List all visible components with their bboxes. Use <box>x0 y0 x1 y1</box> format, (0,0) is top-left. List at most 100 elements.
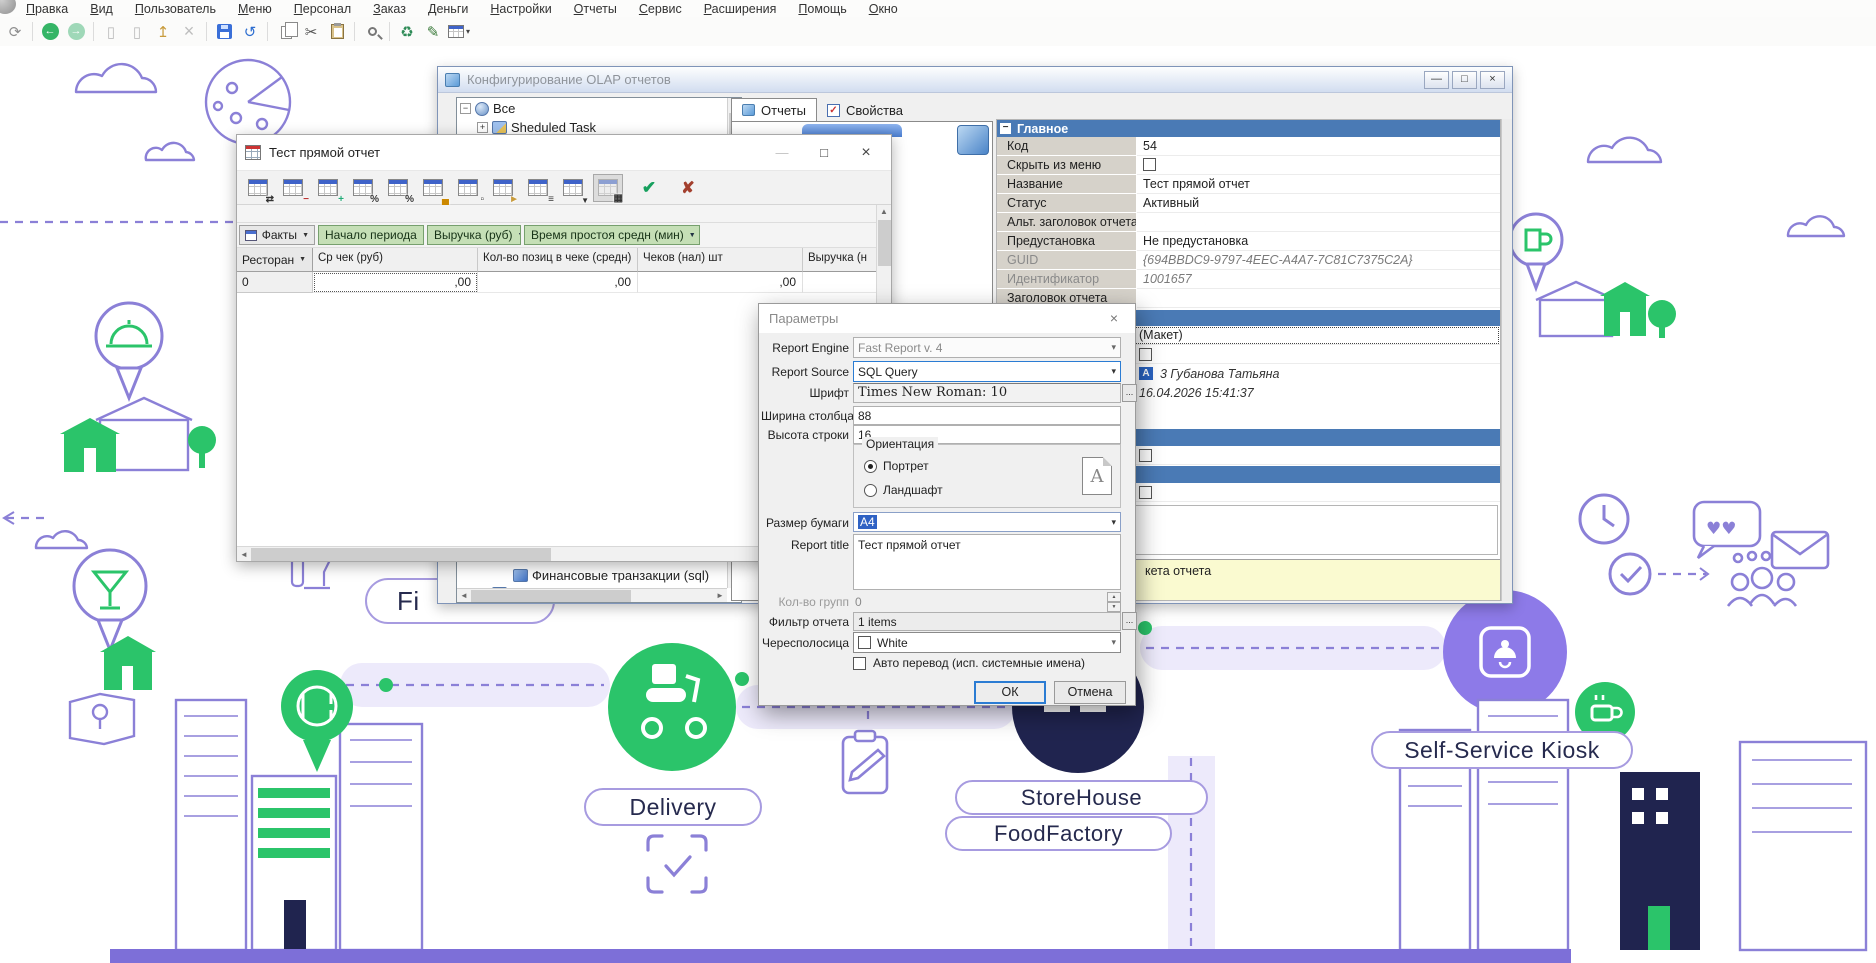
menu-item-menu[interactable]: Меню <box>228 1 282 17</box>
filter-field-period[interactable]: Начало периода ▼ <box>318 225 424 245</box>
row-dimension-button[interactable]: Ресторан ▼ <box>237 248 313 272</box>
prop-value[interactable]: Активный <box>1137 194 1500 213</box>
filter-browse-button[interactable]: ... <box>1122 612 1137 630</box>
scroll-left-icon[interactable]: ◄ <box>237 548 251 561</box>
menu-item-staff[interactable]: Персонал <box>284 1 361 17</box>
tree-item-all[interactable]: − Все <box>460 101 515 116</box>
save-icon[interactable] <box>212 20 236 44</box>
print-icon[interactable]: ≡ <box>523 174 553 202</box>
close-button[interactable]: × <box>1480 71 1505 89</box>
facts-button[interactable]: Факты ▼ <box>239 225 315 245</box>
percent-col-icon[interactable]: % <box>383 174 413 202</box>
recycle-icon[interactable]: ♻ <box>395 20 419 44</box>
maximize-button[interactable]: □ <box>807 140 841 166</box>
scroll-thumb[interactable] <box>251 548 551 561</box>
hide-checkbox[interactable] <box>1143 158 1156 171</box>
scroll-up-icon[interactable]: ▲ <box>877 205 891 218</box>
prop-value[interactable]: Не предустановка <box>1137 232 1500 251</box>
tab-properties[interactable]: ✓ Свойства <box>817 100 913 121</box>
menu-item-edit[interactable]: Правка <box>16 1 78 17</box>
cut-icon[interactable]: ✂ <box>299 20 323 44</box>
banding-select[interactable]: White ▾ <box>853 632 1121 653</box>
filter-field-revenue[interactable]: Выручка (руб) ▼ <box>427 225 521 245</box>
tab-reports[interactable]: Отчеты <box>731 98 817 121</box>
paste-icon[interactable] <box>325 20 349 44</box>
apply-icon[interactable]: ✔ <box>634 174 664 202</box>
data-cell[interactable]: ,00 <box>638 272 803 293</box>
delete-icon[interactable]: × <box>177 20 201 44</box>
tree-expand-icon[interactable]: + <box>477 122 488 133</box>
prop-value[interactable]: Тест прямой отчет <box>1137 175 1500 194</box>
minimize-button[interactable]: — <box>765 140 799 166</box>
door-out-icon[interactable]: ▯ <box>125 20 149 44</box>
font-field[interactable]: Times New Roman: 10 <box>853 383 1121 403</box>
col-width-input[interactable]: 88 <box>853 406 1121 425</box>
paper-size-select[interactable]: A4 ▾ <box>853 512 1121 532</box>
edit-icon[interactable]: ✎ <box>421 20 445 44</box>
back-icon[interactable]: ← <box>38 20 62 44</box>
prop-value[interactable]: 54 <box>1137 137 1500 156</box>
expand-icon[interactable]: + <box>313 174 343 202</box>
report-engine-select[interactable]: Fast Report v. 4 ▾ <box>853 337 1121 358</box>
portrait-radio[interactable]: Портрет <box>864 459 929 473</box>
sync-icon[interactable]: ⟳ <box>3 20 27 44</box>
menu-item-view[interactable]: Вид <box>80 1 123 17</box>
layout-checkbox[interactable] <box>1139 348 1152 361</box>
ok-button[interactable]: ОК <box>974 681 1046 704</box>
tree-collapse-icon[interactable]: − <box>460 103 471 114</box>
filter-icon[interactable]: ▼ <box>558 174 588 202</box>
grid-icon[interactable]: ▦ <box>593 174 623 202</box>
groups-spinner[interactable]: ▲ ▼ <box>1107 592 1121 611</box>
menu-item-extensions[interactable]: Расширения <box>694 1 787 17</box>
propgrid-scrollbar[interactable] <box>1501 119 1512 601</box>
data-cell[interactable]: ,00 <box>478 272 638 293</box>
close-report-icon[interactable]: ✘ <box>673 174 703 202</box>
filter-field-idle-time[interactable]: Время простоя средн (мин) ▼ <box>524 225 700 245</box>
collapse-section-icon[interactable]: − <box>1000 123 1011 134</box>
section-header-main[interactable]: − Главное <box>997 120 1500 137</box>
auto-translate-checkbox[interactable]: Авто перевод (исп. системные имена) <box>853 656 1085 670</box>
cancel-button[interactable]: Отмена <box>1054 681 1126 704</box>
report-titlebar[interactable]: Тест прямой отчет — □ × <box>237 135 891 171</box>
landscape-radio[interactable]: Ландшафт <box>864 483 943 497</box>
prop-value[interactable] <box>1137 213 1500 232</box>
percent-row-icon[interactable]: % <box>348 174 378 202</box>
undo-icon[interactable]: ↺ <box>238 20 262 44</box>
row-header[interactable]: 0 <box>237 272 313 293</box>
report-source-select[interactable]: SQL Query ▾ <box>853 361 1121 382</box>
collapse-icon[interactable]: − <box>278 174 308 202</box>
prop-value[interactable] <box>1137 156 1500 175</box>
pivot-drop-area[interactable] <box>237 205 876 223</box>
report-title-textarea[interactable]: Тест прямой отчет <box>853 534 1121 590</box>
data-cell[interactable]: ,00 <box>313 272 478 293</box>
olap-titlebar[interactable]: Конфигурирование OLAP отчетов — □ × <box>438 67 1512 93</box>
dialog-titlebar[interactable]: Параметры × <box>759 304 1135 333</box>
import-icon[interactable]: ↥ <box>151 20 175 44</box>
section4-checkbox[interactable] <box>1139 486 1152 499</box>
column-header[interactable]: Кол-во позиц в чеке (средн) <box>478 248 638 272</box>
close-icon[interactable]: × <box>1093 304 1135 333</box>
menu-item-reports[interactable]: Отчеты <box>564 1 627 17</box>
close-button[interactable]: × <box>849 140 883 166</box>
new-doc-icon[interactable]: ▫ <box>453 174 483 202</box>
font-browse-button[interactable]: ... <box>1122 384 1137 402</box>
section3-checkbox[interactable] <box>1139 449 1152 462</box>
menu-item-window[interactable]: Окно <box>859 1 908 17</box>
search-icon[interactable] <box>360 20 384 44</box>
copy-icon[interactable] <box>273 20 297 44</box>
maximize-button[interactable]: □ <box>1452 71 1477 89</box>
column-header[interactable]: Ср чек (руб) <box>313 248 478 272</box>
tree-item-fin-transactions[interactable]: Финансовые транзакции (sql) <box>513 568 709 583</box>
menu-item-service[interactable]: Сервис <box>629 1 692 17</box>
menu-item-help[interactable]: Помощь <box>788 1 856 17</box>
spin-down-icon[interactable]: ▼ <box>1107 602 1121 612</box>
open-icon[interactable]: ► <box>488 174 518 202</box>
report-filter-field[interactable]: 1 items <box>853 612 1121 631</box>
chart-icon[interactable]: ▄ <box>418 174 448 202</box>
data-cell[interactable] <box>803 272 876 293</box>
tree-horizontal-scrollbar[interactable]: ◄ ► <box>457 588 727 602</box>
menu-item-settings[interactable]: Настройки <box>480 1 561 17</box>
menu-item-user[interactable]: Пользователь <box>125 1 226 17</box>
table-view-icon[interactable]: ▾ <box>447 20 471 44</box>
scroll-thumb[interactable] <box>471 590 631 602</box>
